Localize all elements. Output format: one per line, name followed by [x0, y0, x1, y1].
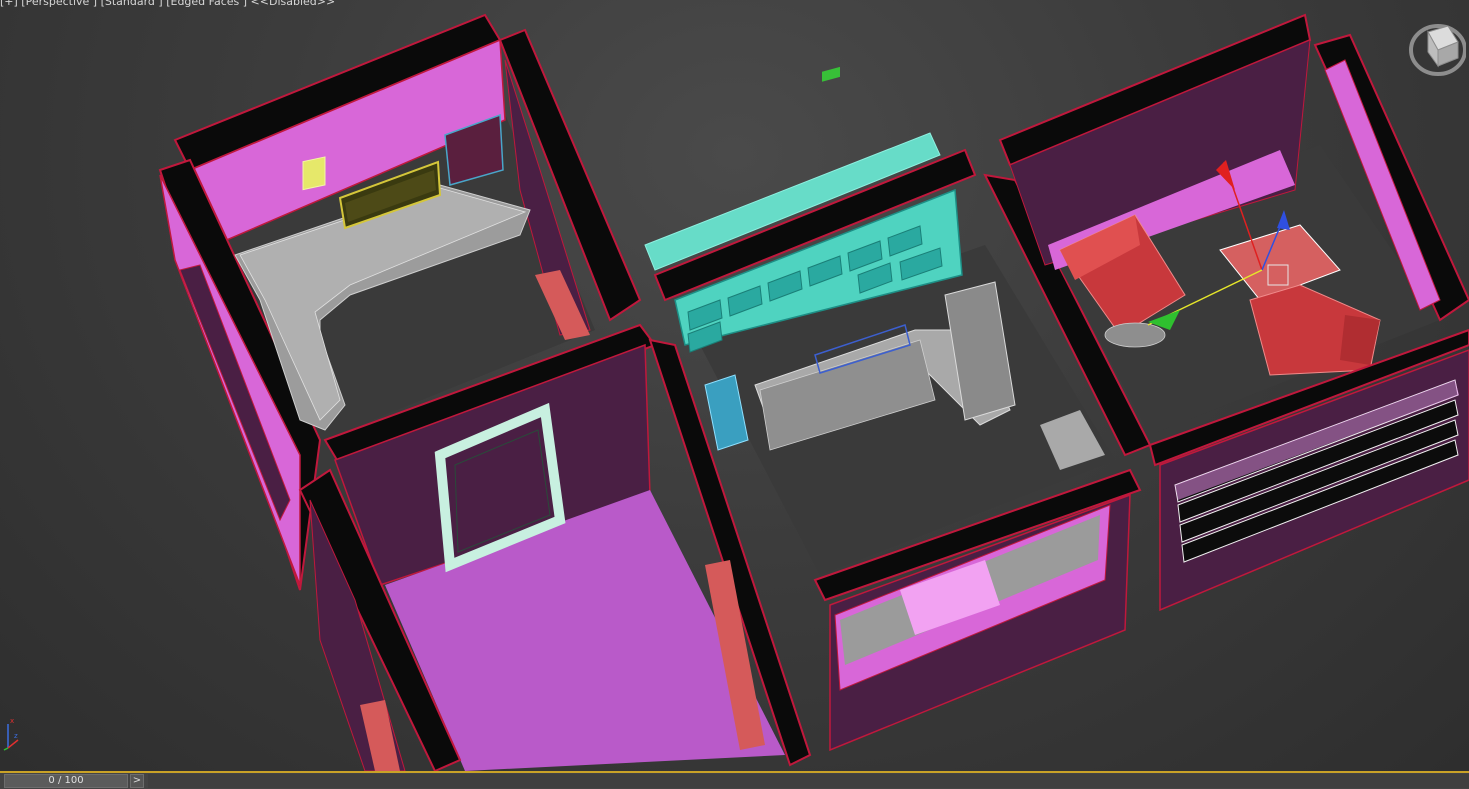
perspective-viewport[interactable]: [+] [Perspective ] [Standard ] [Edged Fa… — [0, 0, 1469, 771]
axis-tripod-icon: x z — [3, 718, 19, 751]
axis-z-label: z — [14, 732, 18, 740]
timeline-bar: 0 / 100 > — [0, 771, 1469, 789]
viewcube-icon[interactable] — [1406, 14, 1466, 78]
axis-x-label: x — [10, 718, 14, 725]
viewport-label[interactable]: [+] [Perspective ] [Standard ] [Edged Fa… — [0, 0, 335, 8]
track-bar[interactable] — [148, 774, 1469, 788]
scene-render[interactable] — [0, 0, 1469, 771]
time-slider[interactable]: 0 / 100 — [4, 774, 128, 788]
next-frame-button[interactable]: > — [130, 774, 144, 788]
green-bin[interactable] — [822, 66, 840, 82]
desk-lamp[interactable] — [302, 156, 326, 191]
armchair-right-back — [1340, 315, 1380, 365]
armchair-left-base — [1104, 322, 1166, 348]
